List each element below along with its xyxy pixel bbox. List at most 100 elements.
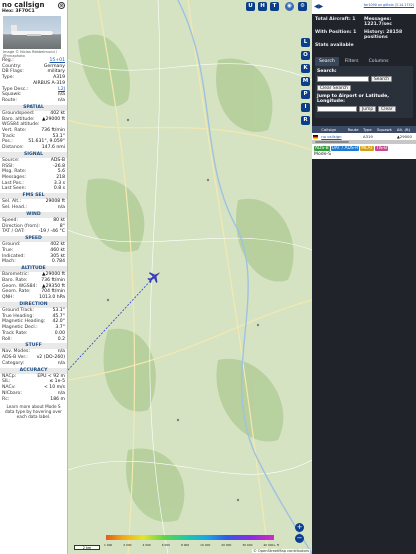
altitude-legend-label: 1 000 <box>104 543 113 547</box>
map-button-p[interactable]: P <box>301 90 310 99</box>
info-row-value: 147.6 nmi <box>41 145 65 151</box>
map-button-k[interactable]: K <box>301 64 310 73</box>
table-header-row: Callsign Route Type Squawk Alt. (ft) <box>312 126 416 133</box>
info-row: Distance: 147.6 nmi <box>0 145 67 151</box>
map-button-i[interactable]: I <box>301 103 310 112</box>
zoom-out-button[interactable]: − <box>295 534 304 543</box>
germany-flag-icon <box>313 135 318 139</box>
info-row-key: Rc: <box>2 396 10 402</box>
source-badge: MLAT <box>360 146 374 151</box>
panel-tabs: Search Filters Columns <box>315 57 413 66</box>
stats-grid: Total Aircraft: 1 Messages: 1221.7/sec Wit… <box>312 14 416 51</box>
info-row-key: Type: <box>2 75 15 81</box>
info-row-value: 0.8 s <box>53 186 65 192</box>
column-header[interactable]: Type <box>361 126 376 133</box>
hex-line: Hex: 3F70C1 <box>2 9 65 14</box>
map-button-o[interactable]: O <box>301 51 310 60</box>
aircraft-marker-icon[interactable] <box>147 270 161 284</box>
stat-label: Stats available <box>315 43 354 48</box>
tab-search[interactable]: Search <box>315 57 339 66</box>
map-canvas <box>68 0 312 554</box>
info-row-value: n/a <box>57 360 65 366</box>
altitude-legend-label: 30 000 <box>242 543 253 547</box>
version-link[interactable]: tar1090 on github (3.14.1752) <box>364 3 414 7</box>
stat-label: With Position: 1 <box>315 30 357 35</box>
map-button-t[interactable]: T <box>270 2 279 11</box>
source-badge: ADS-B <box>314 146 330 151</box>
close-icon[interactable]: ⊗ <box>58 2 65 9</box>
scale-bar: 2 km <box>74 545 100 550</box>
collapse-arrows-icon[interactable]: ◀▶ <box>314 3 323 10</box>
aircraft-table: Callsign Route Type Squawk Alt. (ft) no call… <box>312 126 416 140</box>
hex-label: Hex: <box>2 9 14 14</box>
info-row-value: 1013.0 hPa <box>39 295 65 301</box>
app-root: no callsign Hex: 3F70C1 ⊗ Image © Niclas… <box>0 0 416 554</box>
right-panel: ◀▶ tar1090 on github (3.14.1752) Total A… <box>312 0 416 554</box>
tab-filters[interactable]: Filters <box>341 57 363 66</box>
map-button-m[interactable]: M <box>301 77 310 86</box>
altitude-legend-label: 6 000 <box>161 543 170 547</box>
callsign-title: no callsign <box>2 1 45 9</box>
map-button-l[interactable]: L <box>301 38 310 47</box>
zoom-in-button[interactable]: + <box>295 523 304 532</box>
aircraft-info-panel: no callsign Hex: 3F70C1 ⊗ Image © Niclas… <box>0 0 68 554</box>
stat-value: Messages: 1221.7/sec <box>364 17 392 27</box>
aircraft-photo[interactable] <box>3 16 61 49</box>
column-header[interactable]: Callsign <box>320 126 347 133</box>
altitude-legend-label: 4 000 <box>142 543 151 547</box>
info-row-key: TAT / OAT: <box>2 229 25 235</box>
footer-note: Learn more about Mode S data type by hov… <box>4 404 63 420</box>
map-button-r[interactable]: R <box>301 116 310 125</box>
map-button-h[interactable]: H <box>258 2 267 11</box>
source-badge: TIS-B <box>374 146 389 151</box>
column-header[interactable]: Alt. (ft) <box>395 126 416 133</box>
column-header[interactable] <box>312 126 321 133</box>
map-view[interactable]: UHT ◉ ⚙ LOKMPIR + − 1 000 2 000 4 000 6 000… <box>68 0 312 554</box>
search-box: Search: Search Clear Search Jump to Airp… <box>315 66 413 118</box>
source-badge: UAT / ADS-R <box>330 146 360 151</box>
info-row-key: Distance: <box>2 145 24 151</box>
table-horizontal-scrollbar[interactable] <box>312 140 416 144</box>
column-header[interactable]: Route <box>346 126 362 133</box>
clear-search-button[interactable]: Clear Search <box>317 85 351 91</box>
jump-input[interactable] <box>317 106 357 112</box>
source-badges: ADS-B UAT / ADS-R MLAT TIS-B <box>312 144 416 151</box>
altitude-legend-label: 20 000 <box>221 543 232 547</box>
info-row-key: Roll: <box>2 336 12 342</box>
info-row-key: Sel. Head.: <box>2 205 27 211</box>
info-row-key: Route: <box>2 97 17 103</box>
table-row[interactable]: no callsign A319 ▲29000 <box>312 133 416 140</box>
map-button-u[interactable]: U <box>246 2 255 11</box>
row-altitude: ▲29000 <box>396 134 412 139</box>
info-row: Last Seen: 0.8 s <box>0 186 67 192</box>
info-row-value: n/a <box>57 205 65 211</box>
jump-button[interactable]: Jump <box>359 106 377 112</box>
search-label: Search: <box>317 69 337 74</box>
jump-label: Jump to Airport or Latitude, Longitude: <box>317 94 389 104</box>
map-attribution[interactable]: © OpenStreetMap contributors <box>252 549 310 553</box>
altitude-legend-label: 40 000+ ft <box>263 543 279 547</box>
right-topbar: ◀▶ tar1090 on github (3.14.1752) <box>312 0 416 14</box>
info-row: Mach: 0.784 <box>0 259 67 265</box>
column-header[interactable]: Squawk <box>375 126 396 133</box>
stat-value: History: 28158 positions <box>364 30 403 40</box>
search-input[interactable] <box>317 76 369 82</box>
info-row-value: 0.2 <box>57 336 65 342</box>
info-header: no callsign Hex: 3F70C1 ⊗ <box>0 0 67 15</box>
info-row-value: -19 / -46 °C <box>38 229 65 235</box>
row-callsign[interactable]: no callsign <box>320 133 346 140</box>
info-row-value: ▲29000 ft <box>42 116 65 122</box>
info-row-value: 186 m <box>50 396 65 402</box>
altitude-legend-label: 10 000 <box>200 543 211 547</box>
info-row-value: n/a <box>57 97 65 103</box>
info-row-key: Category: <box>2 360 25 366</box>
clear-button[interactable]: Clear <box>378 106 396 112</box>
mode-s-label: Mode-S <box>312 151 416 159</box>
search-button[interactable]: Search <box>371 76 393 82</box>
info-row: QNH: 1013.0 hPa <box>0 295 67 301</box>
settings-gear-icon[interactable]: ⚙ <box>298 2 307 11</box>
altitude-legend-label: 8 000 <box>180 543 190 547</box>
tab-columns[interactable]: Columns <box>365 57 393 66</box>
layers-icon[interactable]: ◉ <box>285 2 294 11</box>
photo-credit[interactable]: Image © Niclas Rebbelmund / @nrcaphoto <box>0 50 67 58</box>
